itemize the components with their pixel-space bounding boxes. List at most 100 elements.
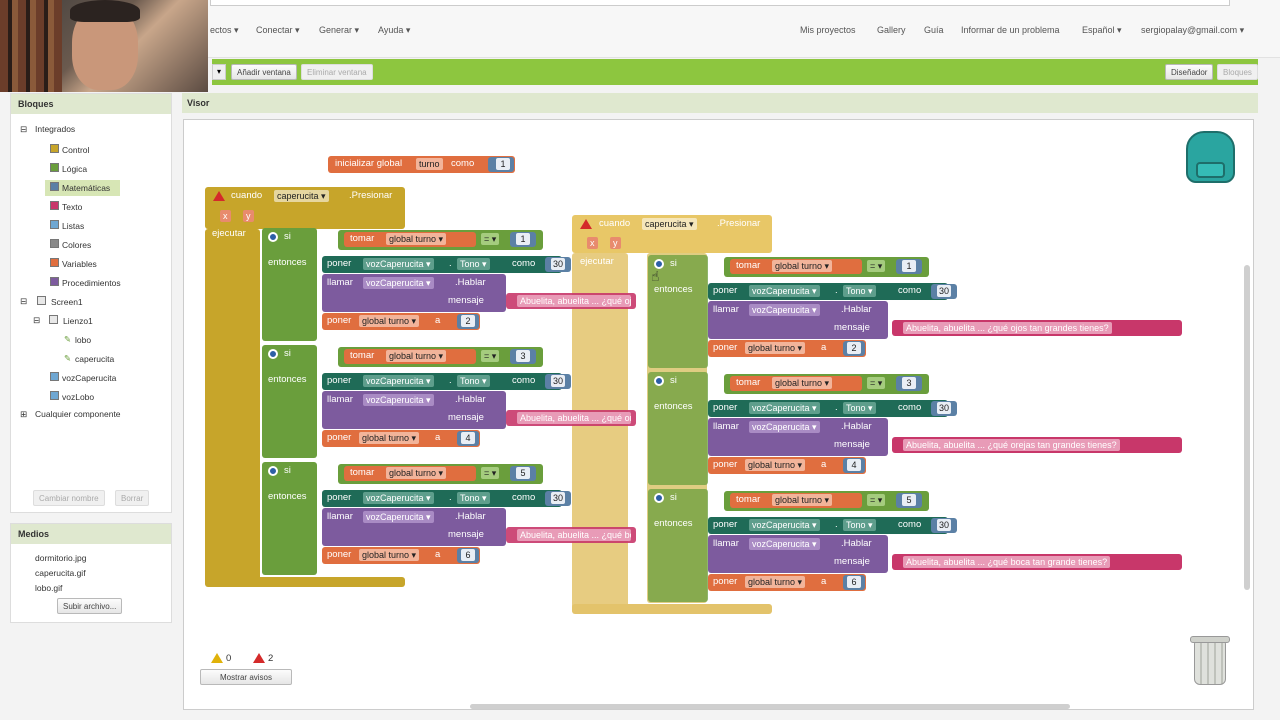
if-block[interactable]	[262, 228, 317, 341]
category-lists[interactable]: Listas	[62, 221, 84, 231]
category-logic[interactable]: Lógica	[62, 164, 87, 174]
blocks-button[interactable]: Bloques	[1217, 64, 1258, 80]
tree-vozcaperucita[interactable]: vozCaperucita	[62, 373, 116, 383]
tree-integrados[interactable]: Integrados	[35, 124, 75, 134]
variable-dropdown[interactable]: global turno ▾	[745, 459, 806, 471]
tree-caperucita[interactable]: caperucita	[75, 354, 114, 364]
component-dropdown[interactable]: vozCaperucita ▾	[749, 538, 820, 550]
operator-dropdown[interactable]: = ▾	[481, 467, 500, 479]
delete-button[interactable]: Borrar	[115, 490, 150, 506]
tone-value[interactable]: 30	[551, 492, 565, 504]
category-control[interactable]: Control	[62, 145, 89, 155]
init-value[interactable]: 1	[496, 158, 510, 170]
if-block[interactable]	[262, 462, 317, 575]
set-value[interactable]: 2	[461, 315, 475, 327]
component-dropdown[interactable]: vozCaperucita ▾	[363, 394, 434, 406]
compare-value[interactable]: 1	[516, 233, 530, 245]
tone-value[interactable]: 30	[937, 519, 951, 531]
component-dropdown[interactable]: vozCaperucita ▾	[749, 304, 820, 316]
mutator-gear-icon[interactable]	[268, 466, 278, 476]
variable-dropdown[interactable]: global turno ▾	[359, 549, 420, 561]
operator-dropdown[interactable]: = ▾	[867, 260, 886, 272]
variable-dropdown[interactable]: global turno ▾	[386, 350, 447, 362]
category-math[interactable]: Matemáticas	[62, 183, 110, 193]
mutator-gear-icon[interactable]	[654, 493, 664, 503]
component-dropdown[interactable]: vozCaperucita ▾	[363, 258, 434, 270]
menu-language[interactable]: Español ▾	[1082, 25, 1122, 36]
media-file[interactable]: lobo.gif	[35, 583, 62, 593]
collapse-icon[interactable]: ⊟	[20, 296, 27, 307]
variable-dropdown[interactable]: global turno ▾	[386, 233, 447, 245]
var-name-field[interactable]: turno	[416, 158, 443, 170]
message-text[interactable]: Abuelita, abuelita ... ¿qué ojos tan gra…	[903, 322, 1112, 334]
variable-dropdown[interactable]: global turno ▾	[359, 432, 420, 444]
show-warnings-button[interactable]: Mostrar avisos	[200, 669, 292, 685]
if-block[interactable]	[648, 372, 708, 485]
trash-icon[interactable]	[1194, 641, 1226, 685]
tone-value[interactable]: 30	[937, 402, 951, 414]
message-text[interactable]: Abuelita, abuelita ... ¿qué boca tan gra…	[517, 529, 631, 541]
component-dropdown[interactable]: caperucita ▾	[642, 218, 697, 230]
variable-dropdown[interactable]: global turno ▾	[386, 467, 447, 479]
tree-vozlobo[interactable]: vozLobo	[62, 392, 94, 402]
tree-lobo[interactable]: lobo	[75, 335, 91, 345]
operator-dropdown[interactable]: = ▾	[481, 350, 500, 362]
set-value[interactable]: 6	[847, 576, 861, 588]
tree-screen1[interactable]: Screen1	[51, 297, 83, 307]
rename-button[interactable]: Cambiar nombre	[33, 490, 105, 506]
menu-guide[interactable]: Guía	[924, 25, 944, 35]
set-value[interactable]: 4	[461, 432, 475, 444]
category-text[interactable]: Texto	[62, 202, 82, 212]
compare-value[interactable]: 1	[902, 260, 916, 272]
param-y[interactable]: y	[243, 210, 254, 222]
category-variables[interactable]: Variables	[62, 259, 97, 269]
component-dropdown[interactable]: vozCaperucita ▾	[363, 492, 434, 504]
variable-dropdown[interactable]: global turno ▾	[359, 315, 420, 327]
tone-value[interactable]: 30	[937, 285, 951, 297]
category-colors[interactable]: Colores	[62, 240, 91, 250]
operator-dropdown[interactable]: = ▾	[867, 494, 886, 506]
property-dropdown[interactable]: Tono ▾	[843, 519, 876, 531]
compare-value[interactable]: 3	[902, 377, 916, 389]
warning-icon[interactable]	[213, 191, 225, 201]
mutator-gear-icon[interactable]	[268, 232, 278, 242]
tone-value[interactable]: 30	[551, 375, 565, 387]
component-dropdown[interactable]: vozCaperucita ▾	[363, 277, 434, 289]
compare-value[interactable]: 5	[516, 467, 530, 479]
collapse-icon[interactable]: ⊟	[20, 124, 27, 135]
if-block[interactable]	[648, 489, 708, 602]
category-procedures[interactable]: Procedimientos	[62, 278, 121, 288]
param-y[interactable]: y	[610, 237, 621, 249]
set-value[interactable]: 6	[461, 549, 475, 561]
vertical-scrollbar[interactable]	[1244, 265, 1250, 590]
variable-dropdown[interactable]: global turno ▾	[745, 576, 806, 588]
property-dropdown[interactable]: Tono ▾	[843, 285, 876, 297]
menu-projects[interactable]: ectos ▾	[210, 25, 239, 36]
browser-url-bar[interactable]	[210, 0, 1230, 6]
designer-button[interactable]: Diseñador	[1165, 64, 1214, 80]
tone-value[interactable]: 30	[551, 258, 565, 270]
property-dropdown[interactable]: Tono ▾	[457, 258, 490, 270]
variable-dropdown[interactable]: global turno ▾	[772, 260, 833, 272]
add-screen-button[interactable]: Añadir ventana	[231, 64, 297, 80]
if-block[interactable]	[262, 345, 317, 458]
media-file[interactable]: caperucita.gif	[35, 568, 86, 578]
message-text[interactable]: Abuelita, abuelita ... ¿qué boca tan gra…	[903, 556, 1111, 568]
operator-dropdown[interactable]: = ▾	[867, 377, 886, 389]
set-value[interactable]: 4	[847, 459, 861, 471]
expand-icon[interactable]: ⊞	[20, 409, 27, 420]
menu-connect[interactable]: Conectar ▾	[256, 25, 300, 36]
param-x[interactable]: x	[220, 210, 231, 222]
mutator-gear-icon[interactable]	[654, 376, 664, 386]
tree-any-component[interactable]: Cualquier componente	[35, 409, 121, 419]
warning-icon[interactable]	[580, 219, 592, 229]
collapse-icon[interactable]: ⊟	[33, 315, 40, 326]
message-text[interactable]: Abuelita, abuelita ... ¿qué orejas tan g…	[903, 439, 1120, 451]
compare-value[interactable]: 5	[902, 494, 916, 506]
mutator-gear-icon[interactable]	[268, 349, 278, 359]
screen-dropdown[interactable]: ▾	[212, 64, 226, 80]
menu-my-projects[interactable]: Mis proyectos	[800, 25, 856, 35]
set-value[interactable]: 2	[847, 342, 861, 354]
property-dropdown[interactable]: Tono ▾	[457, 375, 490, 387]
component-dropdown[interactable]: vozCaperucita ▾	[749, 421, 820, 433]
